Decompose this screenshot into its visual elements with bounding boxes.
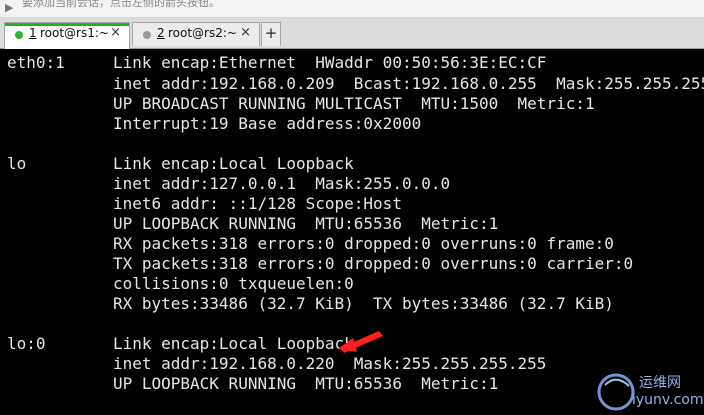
red-arrow-icon bbox=[338, 331, 383, 353]
watermark-text-en: iyunv.com bbox=[632, 392, 704, 408]
watermark-text-cn: 运维网 bbox=[639, 375, 681, 391]
site-watermark: 运维网 iyunv.com bbox=[596, 366, 704, 415]
watermark-logo-icon bbox=[597, 373, 635, 411]
